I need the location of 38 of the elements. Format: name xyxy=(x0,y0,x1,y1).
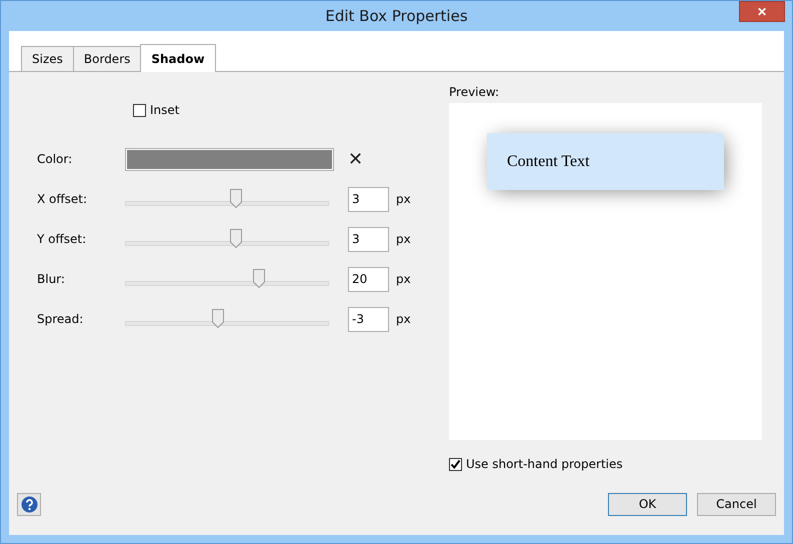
slider-thumb[interactable] xyxy=(230,229,242,248)
window-title: Edit Box Properties xyxy=(325,7,468,25)
checkbox[interactable] xyxy=(133,104,146,116)
dialog-button[interactable]: OK xyxy=(608,492,687,516)
checkbox[interactable] xyxy=(449,458,462,470)
sample-box: Content Text xyxy=(487,133,724,190)
number-field[interactable]: 3 xyxy=(348,226,389,252)
help-icon xyxy=(20,496,38,512)
unit-label: px xyxy=(396,312,411,326)
number-field[interactable]: -3 xyxy=(348,306,389,332)
unit-label: px xyxy=(396,272,411,286)
clear-button[interactable]: ✕ xyxy=(348,150,363,168)
checkbox-label: Use short-hand properties xyxy=(466,457,623,471)
help-button[interactable] xyxy=(17,492,41,516)
unit-label: px xyxy=(396,192,411,206)
unit-label: px xyxy=(396,232,411,246)
tab[interactable]: Sizes xyxy=(21,46,74,71)
field-label: Blur: xyxy=(37,272,66,286)
field-label: X offset: xyxy=(37,192,88,206)
number-field[interactable]: 20 xyxy=(348,266,389,292)
slider-thumb[interactable] xyxy=(230,189,242,208)
field-label: Color: xyxy=(37,152,74,166)
tab[interactable]: Borders xyxy=(72,46,142,71)
dialog-button[interactable]: Cancel xyxy=(697,492,776,516)
tab[interactable]: Shadow xyxy=(140,44,216,72)
field-label: Spread: xyxy=(37,312,84,326)
number-field[interactable]: 3 xyxy=(348,186,389,212)
slider[interactable] xyxy=(125,189,329,209)
field-label: Y offset: xyxy=(37,232,88,246)
checkbox-label: Inset xyxy=(150,103,180,117)
color-picker[interactable] xyxy=(125,148,334,170)
slider-thumb[interactable] xyxy=(252,269,265,288)
preview-label: Preview: xyxy=(449,85,500,99)
slider[interactable] xyxy=(125,269,329,289)
slider[interactable] xyxy=(125,229,329,249)
slider-thumb[interactable] xyxy=(212,309,224,328)
slider[interactable] xyxy=(125,309,329,329)
close-button[interactable]: ✕ xyxy=(739,1,785,22)
